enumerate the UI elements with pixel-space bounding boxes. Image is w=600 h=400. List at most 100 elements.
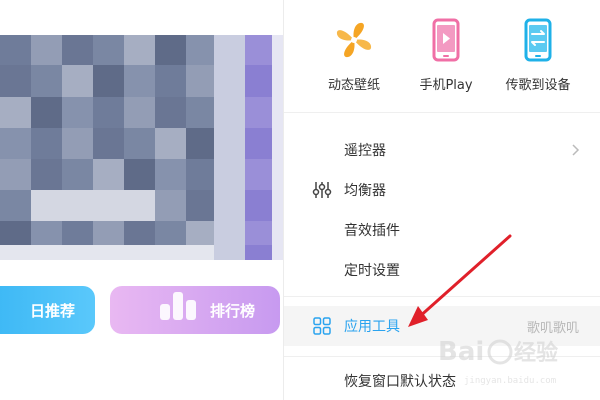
baidu-logo-icon: Bai 经验 [438, 337, 558, 367]
mosaic-tile [0, 221, 31, 245]
mosaic-tile [124, 245, 155, 260]
phone-play-button[interactable]: 手机Play [396, 18, 496, 93]
mosaic-tile [214, 190, 245, 221]
mosaic-tile [62, 159, 93, 190]
mosaic-tile [245, 190, 272, 221]
mosaic-tile [0, 97, 31, 128]
mosaic-tile [155, 190, 186, 221]
mosaic-tile [93, 159, 124, 190]
mosaic-tile [186, 245, 214, 260]
phone-play-icon [424, 18, 468, 62]
watermark-url: jingyan.baidu.com [464, 376, 557, 386]
mosaic-tile [186, 221, 214, 245]
mosaic-tile [272, 221, 283, 245]
mosaic-tile [93, 65, 124, 97]
mosaic-tile [155, 128, 186, 159]
mosaic-tile [62, 97, 93, 128]
menu-item-equalizer[interactable]: 均衡器 [284, 170, 600, 210]
mosaic-tile [272, 159, 283, 190]
mosaic-tile [214, 221, 245, 245]
mosaic-tile [272, 97, 283, 128]
mosaic-tile [124, 35, 155, 65]
transfer-to-device-label: 传歌到设备 [505, 78, 571, 93]
mosaic-tile [31, 65, 62, 97]
mosaic-tile [214, 65, 245, 97]
chevron-right-icon [572, 144, 580, 156]
ranking-icon [158, 290, 200, 326]
dynamic-wallpaper-label: 动态壁纸 [327, 78, 380, 93]
mosaic-tile [0, 190, 31, 221]
menu-item-remote-label: 遥控器 [344, 143, 386, 159]
mosaic-tile [245, 159, 272, 190]
equalizer-icon [312, 182, 332, 198]
mosaic-tile [214, 159, 245, 190]
mosaic-tile [93, 128, 124, 159]
daily-recommend-label: 日推荐 [29, 301, 75, 320]
mosaic-tile [31, 159, 62, 190]
mosaic-tile [214, 97, 245, 128]
mosaic-tile [245, 35, 272, 65]
pinwheel-icon [332, 18, 376, 62]
mosaic-tile [214, 128, 245, 159]
mosaic-tile [186, 65, 214, 97]
mosaic-tile [245, 245, 272, 260]
mosaic-tile [93, 97, 124, 128]
daily-recommend-button[interactable]: 日推荐 [0, 286, 95, 334]
mosaic-tile [62, 35, 93, 65]
menu-item-timer[interactable]: 定时设置 [284, 250, 600, 290]
mosaic-tile [31, 245, 62, 260]
transfer-to-device-button[interactable]: 传歌到设备 [488, 18, 588, 93]
mosaic-tile [272, 35, 283, 65]
mosaic-tile [155, 245, 186, 260]
mosaic-tile [186, 128, 214, 159]
mosaic-tile [124, 128, 155, 159]
mosaic-tile [155, 35, 186, 65]
mosaic-tile [186, 97, 214, 128]
mosaic-tile [62, 221, 93, 245]
mosaic-tile [245, 128, 272, 159]
mosaic-tile [0, 65, 31, 97]
mosaic-tile [124, 97, 155, 128]
mosaic-tile [31, 190, 62, 221]
mosaic-tile [186, 190, 214, 221]
mosaic-tile [93, 190, 124, 221]
svg-text:经验: 经验 [514, 340, 558, 366]
mosaic-tile [272, 65, 283, 97]
mosaic-tile [0, 159, 31, 190]
menu-divider [284, 112, 600, 113]
baidu-watermark: Bai 经验 jingyan.baidu.com [436, 330, 596, 396]
mosaic-tile [0, 128, 31, 159]
mosaic-tile [93, 221, 124, 245]
mosaic-tile [62, 190, 93, 221]
svg-text:Bai: Bai [438, 337, 484, 367]
mosaic-tile [186, 159, 214, 190]
phone-play-label: 手机Play [419, 78, 473, 93]
mosaic-tile [124, 190, 155, 221]
menu-item-timer-label: 定时设置 [344, 263, 400, 279]
menu-item-app-tools-label: 应用工具 [344, 319, 400, 335]
mosaic-tile [93, 35, 124, 65]
menu-item-equalizer-label: 均衡器 [344, 183, 386, 199]
menu-divider [284, 296, 600, 297]
quick-actions-row: 动态壁纸 手机Play 传歌到设备 [284, 0, 600, 110]
mosaic-tile [31, 128, 62, 159]
dynamic-wallpaper-button[interactable]: 动态壁纸 [304, 18, 404, 93]
mosaic-tile [0, 35, 31, 65]
mosaic-tile [214, 245, 245, 260]
mosaic-tile [31, 97, 62, 128]
mosaic-tile [62, 65, 93, 97]
mosaic-tile [62, 245, 93, 260]
mosaic-tile [31, 221, 62, 245]
mosaic-tile [124, 65, 155, 97]
mosaic-tile [245, 221, 272, 245]
mosaic-tile [245, 97, 272, 128]
mosaic-tile [272, 128, 283, 159]
background-app-pane: 日推荐 排行榜 [0, 0, 283, 400]
pixelated-cover-art [0, 35, 283, 260]
grid-icon [313, 317, 331, 335]
mosaic-tile [214, 35, 245, 65]
ranking-button[interactable]: 排行榜 [110, 286, 280, 334]
phone-transfer-icon [516, 18, 560, 62]
menu-item-sound-plugin[interactable]: 音效插件 [284, 210, 600, 250]
menu-item-remote[interactable]: 遥控器 [284, 130, 600, 170]
